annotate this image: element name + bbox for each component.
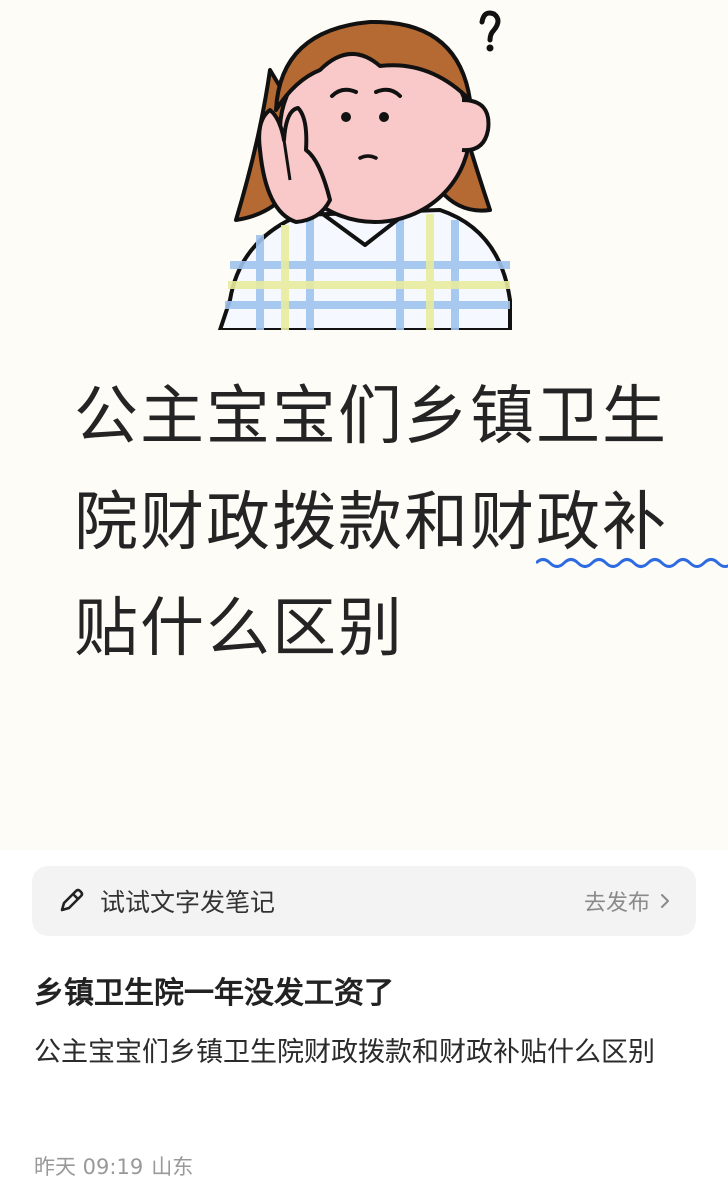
worried-girl-illustration	[218, 10, 512, 330]
headline-part-2: 财政拨款和财政补贴什么区别	[74, 486, 668, 666]
post-meta: 昨天 09:19 山东	[34, 1151, 201, 1181]
go-publish-button[interactable]: 去发布	[584, 885, 674, 917]
note-image-card[interactable]: 公主宝宝们乡镇卫生院 财政拨款和财政补贴什么区别	[0, 0, 728, 850]
chevron-right-icon	[661, 894, 669, 908]
card-headline: 公主宝宝们乡镇卫生院 财政拨款和财政补贴什么区别	[74, 364, 728, 682]
post-date: 昨天 09:19	[34, 1155, 144, 1179]
squiggle-underline	[536, 558, 728, 568]
post-location: 山东	[151, 1155, 194, 1179]
compose-hint-text: 试试文字发笔记	[100, 888, 276, 917]
pencil-icon	[60, 888, 84, 912]
compose-text-note-bar[interactable]: 试试文字发笔记 去发布	[32, 866, 696, 936]
post-title: 乡镇卫生院一年没发工资了	[34, 976, 394, 1011]
post-body: 公主宝宝们乡镇卫生院财政拨款和财政补贴什么区别	[34, 1037, 655, 1068]
headline-part-1: 公主宝宝们乡镇	[74, 380, 536, 454]
note-page: 公主宝宝们乡镇卫生院 财政拨款和财政补贴什么区别 试试文字发笔记 去发布 乡镇卫生…	[0, 0, 728, 1199]
go-publish-label: 去发布	[583, 891, 650, 916]
